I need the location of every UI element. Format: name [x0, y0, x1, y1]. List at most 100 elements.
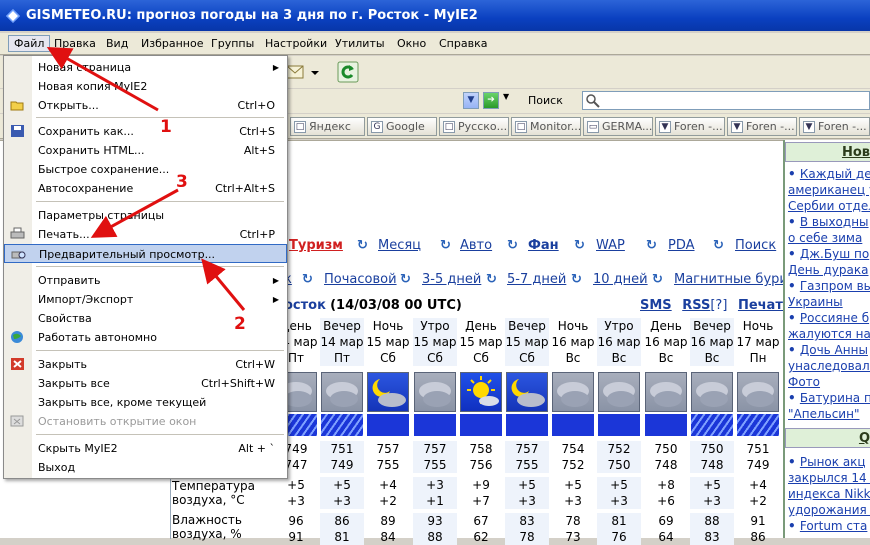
news-item[interactable]: жалуются на: [788, 326, 870, 342]
nav-5-7-days[interactable]: 5-7 дней: [507, 272, 566, 287]
news-item[interactable]: американец у: [788, 182, 870, 198]
finance-news-item[interactable]: индекса Nikke: [788, 486, 870, 502]
news-item[interactable]: Фото: [788, 374, 820, 390]
precipitation-indicator: [460, 414, 502, 436]
finance-news-item[interactable]: закрылся 14 м: [788, 470, 870, 486]
news-item[interactable]: "Апельсин": [788, 406, 859, 422]
file-menu-item-1[interactable]: Новая копия MyIE2: [4, 77, 287, 96]
file-menu-item-7[interactable]: Параметры страницы: [4, 206, 287, 225]
tab-forum-3[interactable]: ▼ Foren -...: [799, 117, 870, 136]
nav-wap[interactable]: WAP: [596, 238, 625, 253]
forecast-column-header: День 16 мар Вс: [644, 318, 688, 366]
tab-germany[interactable]: ▭ GERMA...: [583, 117, 653, 136]
file-menu-item-2[interactable]: Открыть... Ctrl+O: [4, 96, 287, 115]
refresh-icon[interactable]: [336, 60, 360, 84]
forecast-humidity-cell: 93 88: [413, 513, 457, 545]
news-header[interactable]: Нов: [785, 142, 870, 162]
menu-window[interactable]: Окно: [392, 36, 431, 51]
tab-google[interactable]: G Google: [367, 117, 437, 136]
forecast-pressure-cell: 750 748: [654, 442, 678, 472]
finance-news-item[interactable]: удорожания и: [788, 502, 870, 518]
cloud-icon: [321, 372, 363, 412]
nav-pda[interactable]: PDA: [668, 238, 695, 253]
nav-arrow-icon: ↻: [357, 238, 368, 253]
tab-monitor[interactable]: □ Monitor...: [511, 117, 581, 136]
file-menu-item-14[interactable]: Закрыть Ctrl+W: [4, 355, 287, 374]
moon-cloud-icon: [506, 372, 548, 412]
news-item[interactable]: • Каждый де: [788, 166, 870, 182]
forecast-pressure-cell: 754 752: [561, 442, 585, 472]
address-dropdown-icon[interactable]: ▼: [463, 92, 479, 109]
file-menu-item-15[interactable]: Закрыть все Ctrl+Shift+W: [4, 374, 287, 393]
file-menu-item-0[interactable]: Новая страница ▶: [4, 58, 287, 77]
news-item[interactable]: унаследовала: [788, 358, 870, 374]
nav-hourly[interactable]: Почасовой: [324, 272, 397, 287]
rss-link[interactable]: RSS: [682, 298, 710, 313]
menu-edit[interactable]: Правка: [49, 36, 101, 51]
file-menu-item-18[interactable]: Скрыть MyIE2 Alt + `: [4, 439, 287, 458]
mail-dropdown-icon[interactable]: [309, 60, 321, 84]
nav-magnetic-storms[interactable]: Магнитные бури: [674, 272, 788, 287]
menu-help[interactable]: Справка: [434, 36, 492, 51]
file-menu-item-3[interactable]: Сохранить как... Ctrl+S: [4, 122, 287, 141]
nav-search[interactable]: Поиск: [735, 238, 776, 253]
menu-item-label: Предварительный просмотр...: [39, 248, 216, 261]
menu-item-label: Работать автономно: [38, 331, 157, 344]
news-item[interactable]: • Газпром вы: [788, 278, 870, 294]
file-menu-item-4[interactable]: Сохранить HTML... Alt+S: [4, 141, 287, 160]
offline-globe-icon: [10, 330, 25, 344]
menu-view[interactable]: Вид: [101, 36, 133, 51]
forecast-pressure-cell: 758 756: [469, 442, 493, 472]
menu-groups[interactable]: Группы: [206, 36, 259, 51]
rss-help-link[interactable]: [?]: [710, 298, 727, 313]
nav-month[interactable]: Месяц: [378, 238, 421, 253]
tab-forum-1[interactable]: ▼ Foren -...: [655, 117, 725, 136]
file-menu-item-16[interactable]: Закрыть все, кроме текущей: [4, 393, 287, 412]
file-menu-item-5[interactable]: Быстрое сохранение...: [4, 160, 287, 179]
file-menu-item-19[interactable]: Выход: [4, 458, 287, 477]
news-item[interactable]: Украины: [788, 294, 843, 310]
tab-forum-2[interactable]: ▼ Foren -...: [727, 117, 797, 136]
file-menu-item-11[interactable]: Импорт/Экспорт ▶: [4, 290, 287, 309]
menu-item-label: Новая копия MyIE2: [38, 80, 148, 93]
file-menu-item-8[interactable]: Печать... Ctrl+P: [4, 225, 287, 244]
news-item[interactable]: • Батурина п: [788, 390, 870, 406]
news-item[interactable]: Сербии отдел: [788, 198, 870, 214]
close-red-icon: [10, 357, 25, 371]
forecast-date: 16 мар: [690, 335, 734, 349]
menu-file[interactable]: Файл: [8, 35, 51, 52]
go-dropdown-icon[interactable]: ▼: [503, 92, 509, 101]
news-item[interactable]: День дурака: [788, 262, 868, 278]
finance-header[interactable]: Q: [785, 428, 870, 448]
menu-item-shortcut: Ctrl+W: [235, 358, 275, 371]
menu-settings[interactable]: Настройки: [260, 36, 332, 51]
menu-favorites[interactable]: Избранное: [136, 36, 208, 51]
nav-fun[interactable]: Фан: [528, 238, 559, 253]
forecast-temp-cell: +9 +7: [472, 478, 490, 508]
news-item[interactable]: • Россияне б: [788, 310, 869, 326]
menu-item-label: Параметры страницы: [38, 209, 165, 222]
news-item[interactable]: • Дочь Анны: [788, 342, 868, 358]
tab-yandex[interactable]: □ Яндекс: [290, 117, 365, 136]
nav-auto[interactable]: Авто: [460, 238, 492, 253]
tab-russian[interactable]: □ Русско...: [439, 117, 509, 136]
nav-tourism[interactable]: Туризм: [289, 238, 343, 253]
news-item[interactable]: о себе зима: [788, 230, 862, 246]
google-favicon: G: [371, 121, 383, 133]
search-input[interactable]: [582, 91, 870, 110]
news-item[interactable]: • Дж.Буш по: [788, 246, 869, 262]
file-menu-item-6[interactable]: Автосохранение Ctrl+Alt+S: [4, 179, 287, 198]
finance-news-item[interactable]: • Fortum ста: [788, 518, 867, 534]
menu-utilities[interactable]: Утилиты: [330, 36, 390, 51]
menu-item-label: Закрыть все, кроме текущей: [38, 396, 207, 409]
page-links: SMS RSS[?] Печать: [640, 298, 791, 313]
nav-10-days[interactable]: 10 дней: [593, 272, 648, 287]
finance-news-item[interactable]: • Рынок акц: [788, 454, 866, 470]
forecast-date: (14/03/08 00 UTC): [330, 298, 462, 313]
file-menu-item-9[interactable]: Предварительный просмотр...: [4, 244, 287, 263]
news-item[interactable]: • В выходны: [788, 214, 869, 230]
nav-3-5-days[interactable]: 3-5 дней: [422, 272, 481, 287]
go-arrow-icon[interactable]: ➔: [483, 92, 499, 109]
file-menu-item-10[interactable]: Отправить ▶: [4, 271, 287, 290]
sms-link[interactable]: SMS: [640, 298, 672, 313]
